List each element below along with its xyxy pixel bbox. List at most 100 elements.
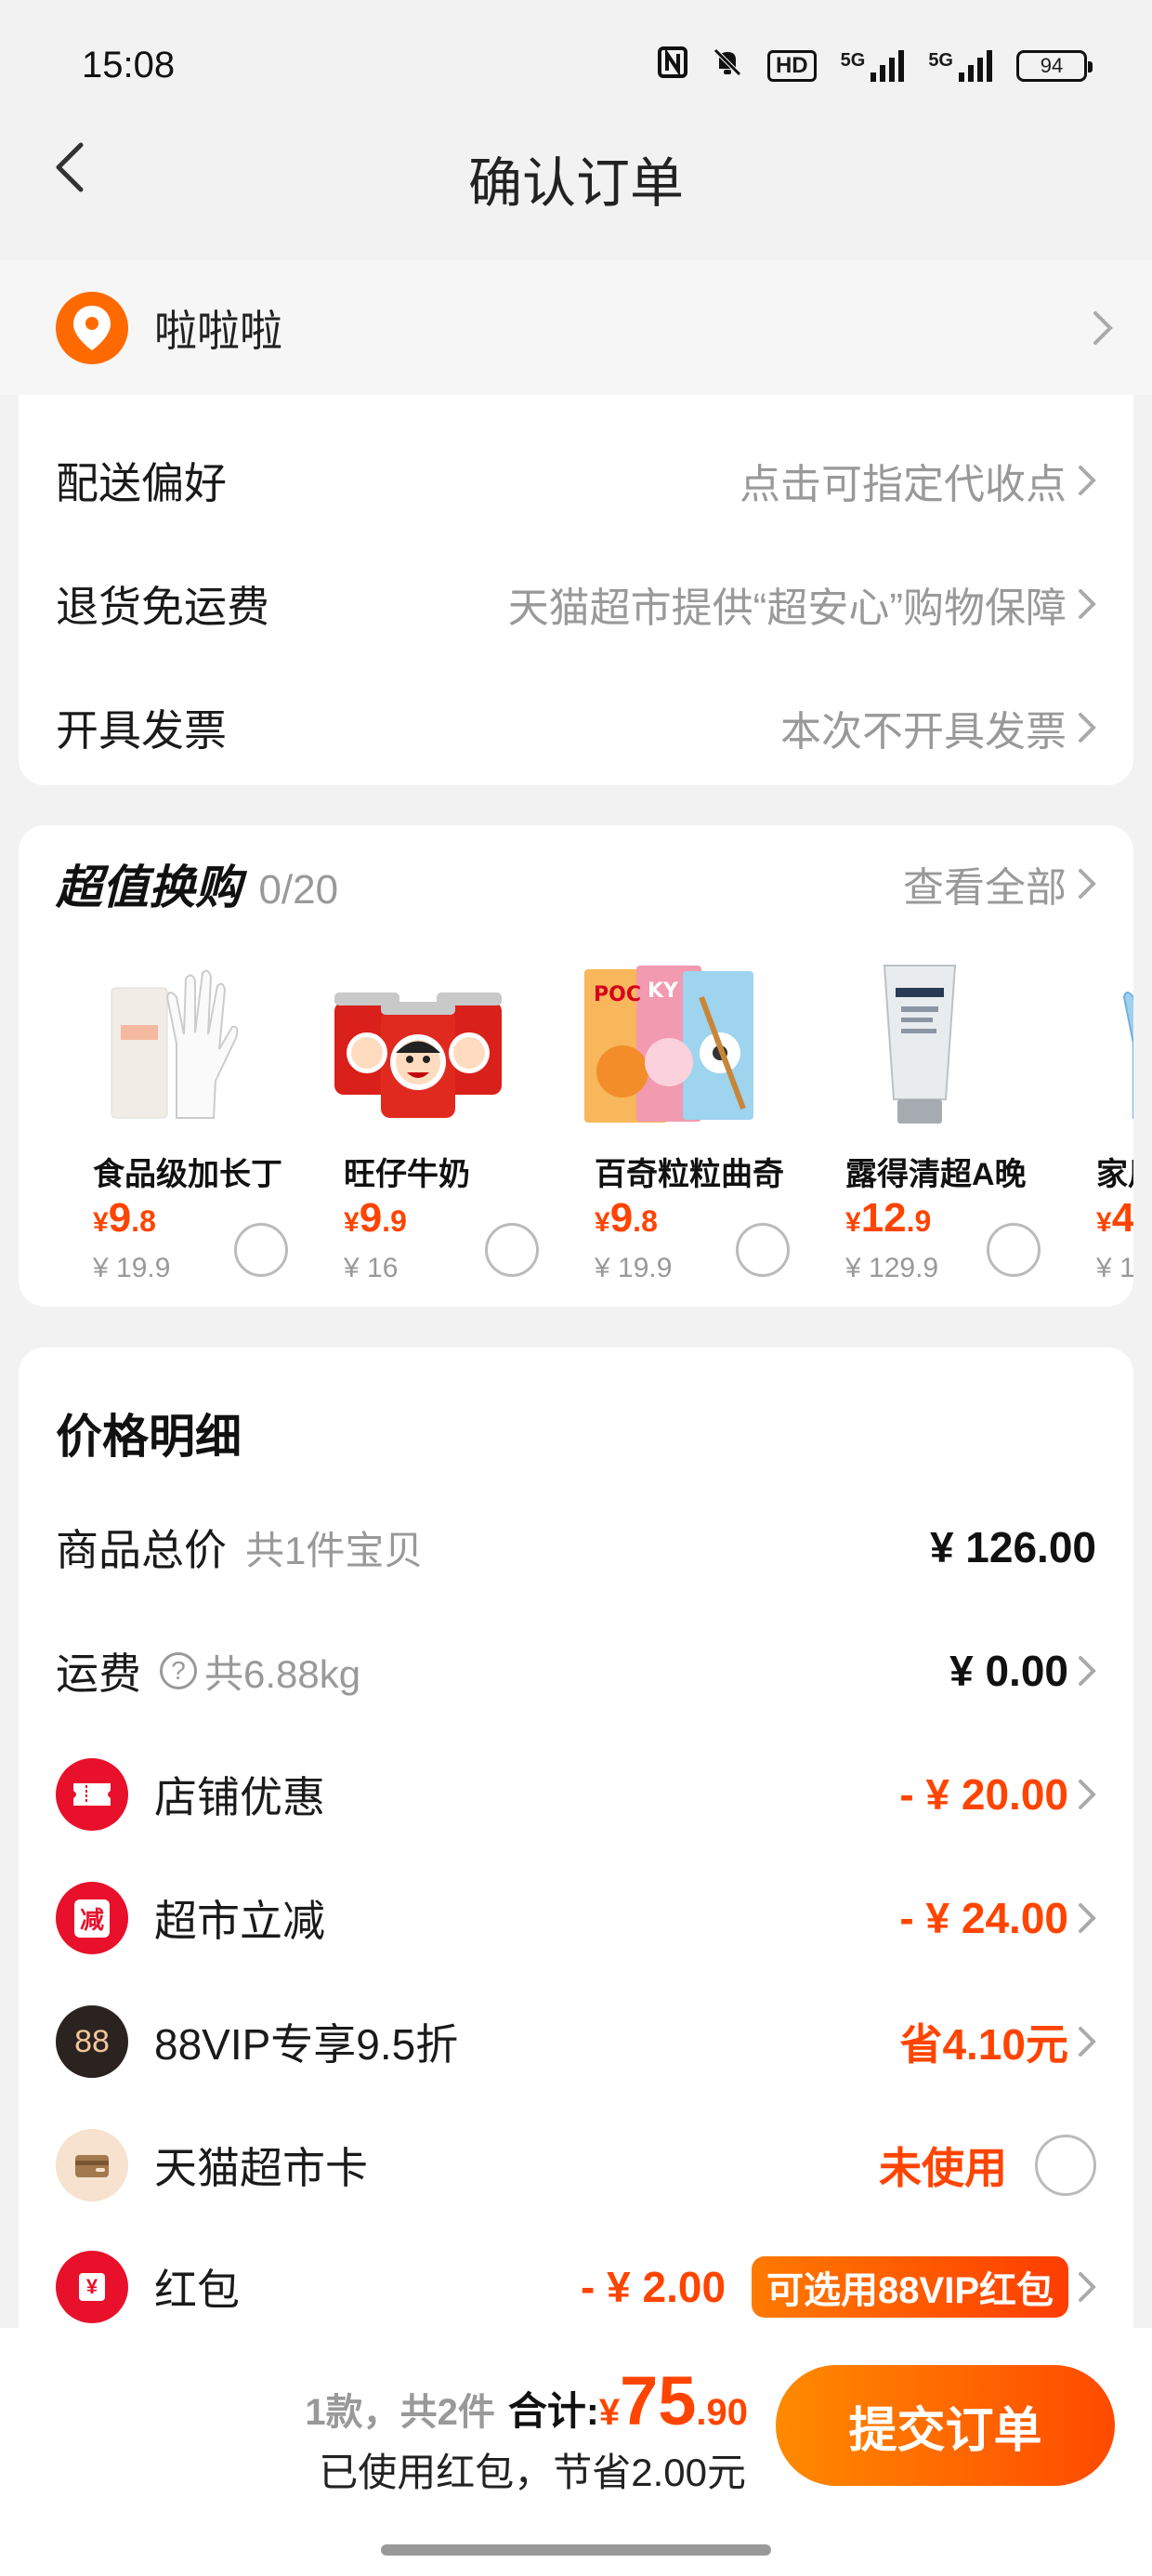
snack-box-icon: POC KY xyxy=(576,955,762,1132)
product-original-price: ¥ 12 xyxy=(1096,1253,1133,1283)
home-indicator[interactable] xyxy=(381,2544,771,2556)
red-packet-badge[interactable]: 可选用88VIP红包 xyxy=(752,2256,1068,2318)
total-currency: ¥ xyxy=(598,2392,621,2433)
svg-text:POC: POC xyxy=(594,983,641,1006)
nfc-icon xyxy=(657,46,687,85)
goods-total-row: 商品总价 共1件宝贝 ¥ 126.00 xyxy=(56,1505,1096,1589)
red-packet-amount: - ¥ 2.00 xyxy=(581,2263,727,2311)
shipping-weight: 共6.88kg xyxy=(204,1651,361,1696)
row-label: 红包 xyxy=(154,2266,240,2314)
product-list: 食品级加长丁 ¥9.8 ¥ 19.9 旺仔牛奶 ¥9.9 ¥ 16 POC KY… xyxy=(56,955,1133,1290)
checkout-bar: 1款，共2件 合计: ¥ 75 .90 已使用红包，节省2.00元 提交订单 xyxy=(0,2328,1152,2576)
row-label: 退货免运费 xyxy=(56,583,269,631)
product-card[interactable]: POC KY 百奇粒粒曲奇 ¥9.8 ¥ 19.9 xyxy=(557,955,808,1290)
red-packet-icon: ¥ xyxy=(56,2251,128,2323)
chevron-right-icon xyxy=(1079,2027,1096,2057)
red-packet-row[interactable]: ¥ 红包 - ¥ 2.00 可选用88VIP红包 xyxy=(56,2245,1096,2329)
product-price: ¥9.8 xyxy=(93,1195,156,1241)
signal-5g-icon: 5G xyxy=(841,50,905,82)
row-value: 本次不开具发票 xyxy=(780,709,1067,755)
product-name: 百奇粒粒曲奇 xyxy=(595,1157,784,1192)
hd-icon: HD xyxy=(766,50,817,82)
page-title: 确认订单 xyxy=(467,153,684,214)
chevron-right-icon xyxy=(1079,2272,1096,2302)
goods-total-amount: ¥ 126.00 xyxy=(929,1523,1096,1571)
product-select-radio[interactable] xyxy=(234,1223,288,1277)
product-name: 露得清超A晚 xyxy=(845,1157,1027,1192)
product-card[interactable]: 露得清超A晚 ¥12.9 ¥ 129.9 xyxy=(808,955,1059,1290)
delivery-preference-row[interactable]: 配送偏好 点击可指定代收点 xyxy=(56,443,1096,518)
shipping-amount: ¥ 0.00 xyxy=(949,1647,1068,1695)
order-total: 1款，共2件 合计: ¥ 75 .90 xyxy=(305,2361,748,2440)
header: 确认订单 xyxy=(0,112,1152,223)
cream-tube-icon xyxy=(827,955,1013,1132)
gloves-icon xyxy=(1078,955,1133,1132)
vip-discount-row[interactable]: 88 88VIP专享9.5折 省4.10元 xyxy=(56,2000,1096,2083)
product-original-price: ¥ 19.9 xyxy=(93,1253,171,1283)
chevron-right-icon xyxy=(1079,466,1096,495)
swap-card: 超值换购 0/20 查看全部 食品级加长丁 ¥9.8 ¥ 19.9 旺仔牛奶 ¥… xyxy=(19,825,1133,1307)
milk-can-icon xyxy=(325,955,511,1132)
view-all-link[interactable]: 查看全部 xyxy=(903,854,1096,913)
vip-saving-amount: 省4.10元 xyxy=(899,2020,1068,2069)
market-card-row[interactable]: 天猫超市卡 未使用 xyxy=(56,2123,1096,2207)
location-pin-icon xyxy=(56,291,128,364)
product-card[interactable]: 旺仔牛奶 ¥9.9 ¥ 16 xyxy=(307,955,557,1290)
chevron-right-icon xyxy=(1079,589,1096,619)
battery-icon: 94 xyxy=(1016,50,1093,82)
product-price: ¥9.8 xyxy=(595,1195,658,1241)
chevron-right-icon xyxy=(1079,1903,1096,1933)
swap-title: 超值换购 xyxy=(56,861,242,913)
address-row[interactable]: 啦啦啦 xyxy=(0,260,1152,395)
product-card[interactable]: 食品级加长丁 ¥9.8 ¥ 19.9 xyxy=(56,955,307,1290)
total-integer: 75 xyxy=(620,2362,697,2439)
row-label: 88VIP专享9.5折 xyxy=(154,2020,459,2069)
product-select-radio[interactable] xyxy=(485,1223,539,1277)
row-value: 点击可指定代收点 xyxy=(740,462,1067,507)
store-discount-amount: - ¥ 20.00 xyxy=(899,1770,1068,1819)
savings-note: 已使用红包，节省2.00元 xyxy=(319,2451,746,2494)
swap-count: 0/20 xyxy=(258,867,339,913)
view-all-label: 查看全部 xyxy=(903,865,1067,911)
row-label: 运费 xyxy=(56,1649,141,1698)
market-cut-amount: - ¥ 24.00 xyxy=(899,1894,1068,1942)
invoice-row[interactable]: 开具发票 本次不开具发票 xyxy=(56,690,1096,765)
chevron-right-icon xyxy=(1079,713,1096,743)
vip-88-icon: 88 xyxy=(56,2005,128,2078)
product-select-radio[interactable] xyxy=(736,1223,790,1277)
signal-5g-icon: 5G xyxy=(928,50,992,82)
total-label: 合计: xyxy=(507,2389,599,2433)
submit-order-button[interactable]: 提交订单 xyxy=(776,2365,1115,2486)
return-shipping-row[interactable]: 退货免运费 天猫超市提供“超安心”购物保障 xyxy=(56,567,1096,641)
total-decimal: .90 xyxy=(696,2392,748,2433)
wallet-card-icon xyxy=(56,2129,128,2201)
status-icons: HD 5G 5G 94 xyxy=(657,46,1093,85)
market-card-status: 未使用 xyxy=(879,2144,1007,2192)
help-icon[interactable]: ? xyxy=(160,1652,197,1689)
product-original-price: ¥ 16 xyxy=(344,1253,399,1283)
chevron-right-icon xyxy=(1093,310,1113,345)
row-sublabel: 共1件宝贝 xyxy=(245,1528,424,1572)
row-label: 店铺优惠 xyxy=(154,1773,325,1821)
row-label: 配送偏好 xyxy=(56,459,227,507)
product-name: 家用 xyxy=(1096,1157,1133,1192)
reduction-icon: 减 xyxy=(56,1882,128,1954)
product-card[interactable]: 家用 ¥4. ¥ 12 xyxy=(1059,955,1133,1290)
row-value: 天猫超市提供“超安心”购物保障 xyxy=(507,585,1067,631)
price-detail-card: 价格明细 商品总价 共1件宝贝 ¥ 126.00 运费 ? 共6.88kg ¥ … xyxy=(19,1347,1133,2333)
chevron-right-icon xyxy=(1079,869,1096,899)
store-discount-row[interactable]: 店铺优惠 - ¥ 20.00 xyxy=(56,1753,1096,1836)
shipping-row[interactable]: 运费 ? 共6.88kg ¥ 0.00 xyxy=(56,1629,1096,1713)
product-select-radio[interactable] xyxy=(987,1223,1041,1277)
market-card-radio[interactable] xyxy=(1035,2135,1096,2196)
chevron-right-icon xyxy=(1079,1656,1096,1686)
product-original-price: ¥ 129.9 xyxy=(845,1253,939,1283)
market-cut-row[interactable]: 减 超市立减 - ¥ 24.00 xyxy=(56,1876,1096,1960)
product-price: ¥12.9 xyxy=(845,1195,932,1241)
row-label: 商品总价 xyxy=(56,1526,227,1574)
product-name: 旺仔牛奶 xyxy=(344,1157,470,1192)
product-price: ¥9.9 xyxy=(344,1195,407,1241)
status-time: 15:08 xyxy=(82,45,176,85)
chevron-right-icon xyxy=(1079,1780,1096,1809)
svg-text:KY: KY xyxy=(648,979,679,1003)
